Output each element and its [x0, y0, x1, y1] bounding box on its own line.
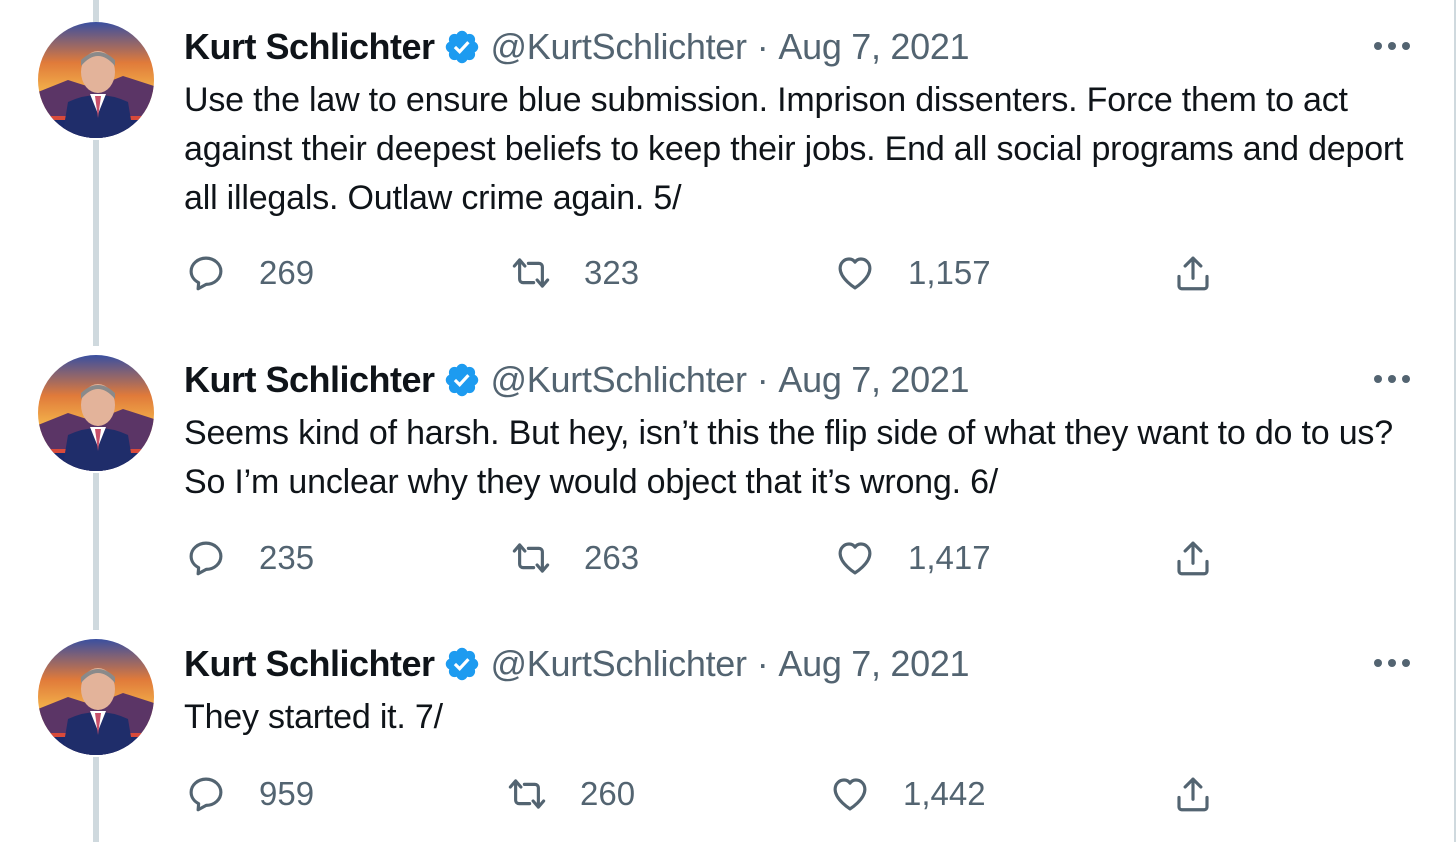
like-button[interactable]: 1,157 — [834, 252, 991, 294]
reply-count: 269 — [259, 254, 315, 291]
like-count: 1,417 — [908, 539, 991, 576]
retweet-count: 323 — [584, 254, 640, 291]
share-icon — [1177, 777, 1209, 812]
avatar-image — [38, 639, 154, 755]
share-button[interactable] — [1172, 537, 1214, 579]
tweet-actions: 269 323 1,157 — [0, 252, 1456, 300]
verified-badge-icon — [445, 30, 478, 64]
retweet-icon — [512, 543, 550, 573]
more-options-icon — [1374, 375, 1410, 383]
retweet-icon — [512, 258, 550, 288]
avatar-image — [38, 355, 154, 471]
tweet-header: Kurt Schlichter @KurtSchlichter · Aug 7,… — [184, 355, 970, 405]
verified-badge-icon — [445, 647, 478, 681]
separator-dot: · — [756, 26, 769, 67]
thread-line — [93, 140, 99, 346]
like-button[interactable]: 1,417 — [834, 537, 991, 579]
like-icon — [838, 542, 872, 575]
more-options-button[interactable] — [1370, 26, 1414, 66]
tweet-text: Use the law to ensure blue submission. I… — [184, 81, 1404, 217]
more-options-icon — [1374, 42, 1410, 50]
reply-count: 235 — [259, 539, 315, 576]
tweet-text: Seems kind of harsh. But hey, isn’t this… — [184, 414, 1393, 501]
reply-icon — [189, 541, 223, 576]
retweet-icon — [508, 779, 546, 809]
tweet-date[interactable]: Aug 7, 2021 — [778, 359, 969, 401]
author-name[interactable]: Kurt Schlichter — [184, 26, 435, 68]
like-button[interactable]: 1,442 — [829, 773, 986, 815]
tweet-text: They started it. 7/ — [184, 698, 443, 736]
share-icon — [1177, 256, 1209, 291]
retweet-button[interactable]: 323 — [510, 252, 639, 294]
author-name[interactable]: Kurt Schlichter — [184, 359, 435, 401]
tweet-date[interactable]: Aug 7, 2021 — [778, 643, 969, 685]
tweet-actions: 959 260 1,442 — [0, 773, 1456, 821]
tweet-header: Kurt Schlichter @KurtSchlichter · Aug 7,… — [184, 639, 970, 689]
separator-dot: · — [756, 359, 769, 400]
more-options-icon — [1374, 659, 1410, 667]
tweet-actions: 235 263 1,417 — [0, 537, 1456, 585]
reply-icon — [189, 256, 223, 291]
avatar-image — [38, 22, 154, 138]
separator-dot: · — [756, 643, 769, 684]
avatar[interactable] — [38, 639, 154, 755]
like-count: 1,442 — [903, 775, 986, 812]
retweet-count: 260 — [580, 775, 636, 812]
thread-line — [93, 0, 99, 22]
retweet-count: 263 — [584, 539, 640, 576]
avatar[interactable] — [38, 355, 154, 471]
retweet-button[interactable]: 263 — [510, 537, 639, 579]
retweet-button[interactable]: 260 — [506, 773, 635, 815]
author-handle[interactable]: @KurtSchlichter — [491, 26, 747, 68]
reply-count: 959 — [259, 775, 315, 812]
reply-icon — [189, 777, 223, 812]
author-handle[interactable]: @KurtSchlichter — [491, 359, 747, 401]
verified-badge-icon — [445, 363, 478, 397]
author-handle[interactable]: @KurtSchlichter — [491, 643, 747, 685]
share-button[interactable] — [1172, 252, 1214, 294]
reply-button[interactable]: 235 — [185, 537, 314, 579]
avatar[interactable] — [38, 22, 154, 138]
tweet-header: Kurt Schlichter @KurtSchlichter · Aug 7,… — [184, 22, 970, 72]
share-icon — [1177, 541, 1209, 576]
author-name[interactable]: Kurt Schlichter — [184, 643, 435, 685]
like-icon — [838, 257, 872, 290]
more-options-button[interactable] — [1370, 643, 1414, 683]
like-icon — [833, 778, 867, 811]
like-count: 1,157 — [908, 254, 991, 291]
tweet-date[interactable]: Aug 7, 2021 — [778, 26, 969, 68]
share-button[interactable] — [1172, 773, 1214, 815]
reply-button[interactable]: 959 — [185, 773, 314, 815]
more-options-button[interactable] — [1370, 359, 1414, 399]
reply-button[interactable]: 269 — [185, 252, 314, 294]
